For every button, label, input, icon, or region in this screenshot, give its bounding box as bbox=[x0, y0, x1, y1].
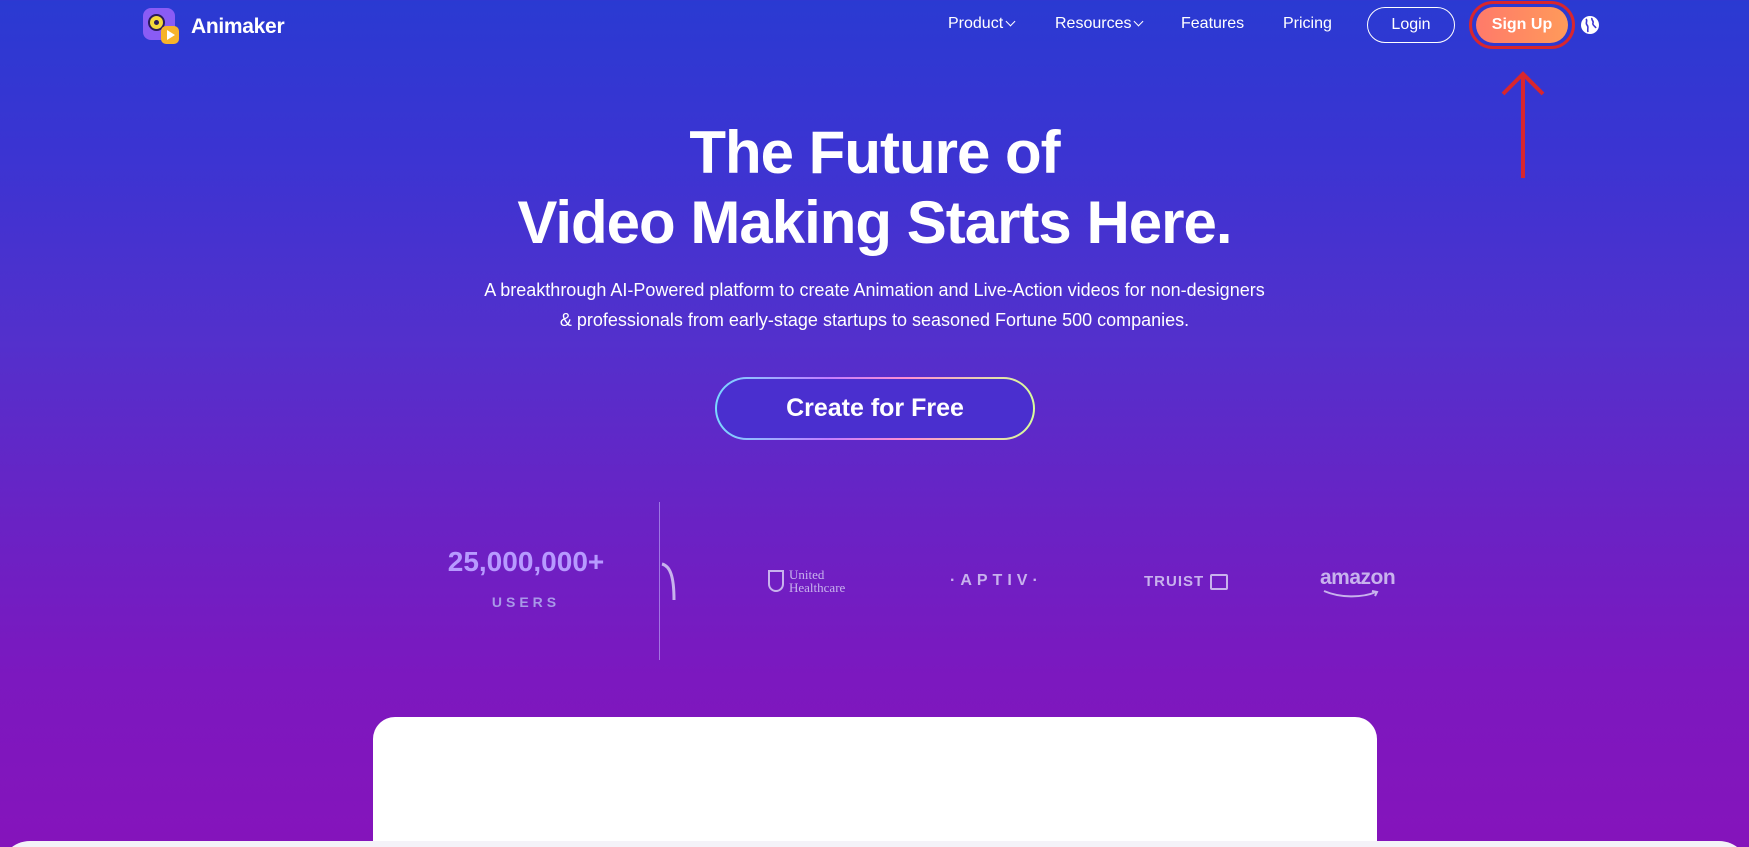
bottom-section-panel bbox=[0, 841, 1749, 847]
animaker-logo[interactable]: Animaker bbox=[139, 6, 285, 48]
hero-subtitle: A breakthrough AI-Powered platform to cr… bbox=[0, 275, 1749, 335]
hero-title: The Future of Video Making Starts Here. bbox=[0, 118, 1749, 258]
hero-subtitle-line-2: & professionals from early-stage startup… bbox=[559, 310, 1190, 330]
uhc-line-2: Healthcare bbox=[789, 580, 846, 595]
shield-icon bbox=[768, 570, 784, 592]
create-for-free-button[interactable]: Create for Free bbox=[715, 377, 1035, 440]
hero-title-line-2: Video Making Starts Here. bbox=[517, 189, 1232, 256]
nav-item-label: Product bbox=[948, 15, 1004, 32]
partial-brand-logo bbox=[661, 562, 676, 601]
nav-item-label: Features bbox=[1181, 15, 1245, 32]
amazon-smile-icon bbox=[1323, 590, 1379, 598]
hero-title-line-1: The Future of bbox=[689, 119, 1060, 186]
cta-label: Create for Free bbox=[717, 379, 1033, 438]
nav-item-pricing[interactable]: Pricing bbox=[1283, 15, 1332, 33]
globe-icon[interactable] bbox=[1580, 15, 1600, 35]
animaker-logo-icon bbox=[139, 6, 183, 48]
nav-item-features[interactable]: Features bbox=[1181, 15, 1244, 33]
nav-item-label: Resources bbox=[1055, 15, 1132, 32]
users-count: 25,000,000+ bbox=[447, 546, 605, 577]
hero-video-card bbox=[373, 717, 1377, 847]
nav-item-label: Pricing bbox=[1283, 15, 1332, 32]
truist-text: TRUIST bbox=[1144, 573, 1205, 590]
chevron-down-icon bbox=[1134, 16, 1144, 27]
aptiv-logo: ·APTIV· bbox=[950, 572, 1043, 589]
brand-name: Animaker bbox=[191, 15, 285, 38]
truist-logo: TRUIST bbox=[1144, 573, 1229, 590]
users-label: USERS bbox=[491, 594, 561, 610]
top-navbar: Animaker Product Resources Features Pric… bbox=[0, 0, 1749, 52]
chevron-down-icon bbox=[1005, 16, 1016, 27]
signup-button[interactable]: Sign Up bbox=[1476, 7, 1568, 43]
truist-mark-icon bbox=[1210, 573, 1229, 590]
amazon-text: amazon bbox=[1320, 566, 1396, 589]
hero-subtitle-line-1: A breakthrough AI-Powered platform to cr… bbox=[484, 280, 1265, 300]
login-button[interactable]: Login bbox=[1367, 7, 1455, 43]
amazon-logo: amazon bbox=[1320, 566, 1396, 598]
unitedhealthcare-logo: United Healthcare bbox=[768, 568, 845, 594]
nav-item-product[interactable]: Product bbox=[948, 15, 1016, 33]
nav-item-resources[interactable]: Resources bbox=[1055, 15, 1144, 33]
